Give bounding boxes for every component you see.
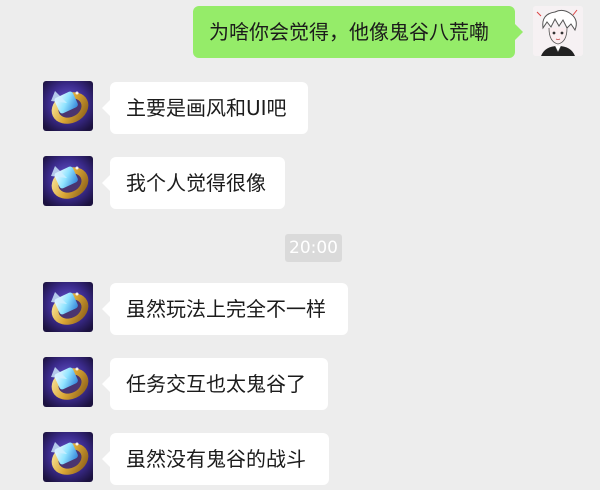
self-avatar-icon[interactable] (533, 6, 583, 56)
timestamp: 20:00 (285, 234, 342, 262)
contact-avatar-icon[interactable] (43, 156, 93, 206)
message-bubble[interactable]: 我个人觉得很像 (102, 157, 285, 209)
message-bubble[interactable]: 主要是画风和UI吧 (102, 82, 308, 134)
message-bubble[interactable]: 任务交互也太鬼谷了 (102, 358, 328, 410)
message-bubble[interactable]: 为啥你会觉得，他像鬼谷八荒嘞 (193, 6, 523, 58)
contact-avatar-icon[interactable] (43, 432, 93, 482)
contact-avatar-icon[interactable] (43, 357, 93, 407)
message-bubble[interactable]: 虽然玩法上完全不一样 (102, 283, 348, 335)
contact-avatar-icon[interactable] (43, 282, 93, 332)
message-bubble[interactable]: 虽然没有鬼谷的战斗 (102, 433, 329, 485)
contact-avatar-icon[interactable] (43, 81, 93, 131)
